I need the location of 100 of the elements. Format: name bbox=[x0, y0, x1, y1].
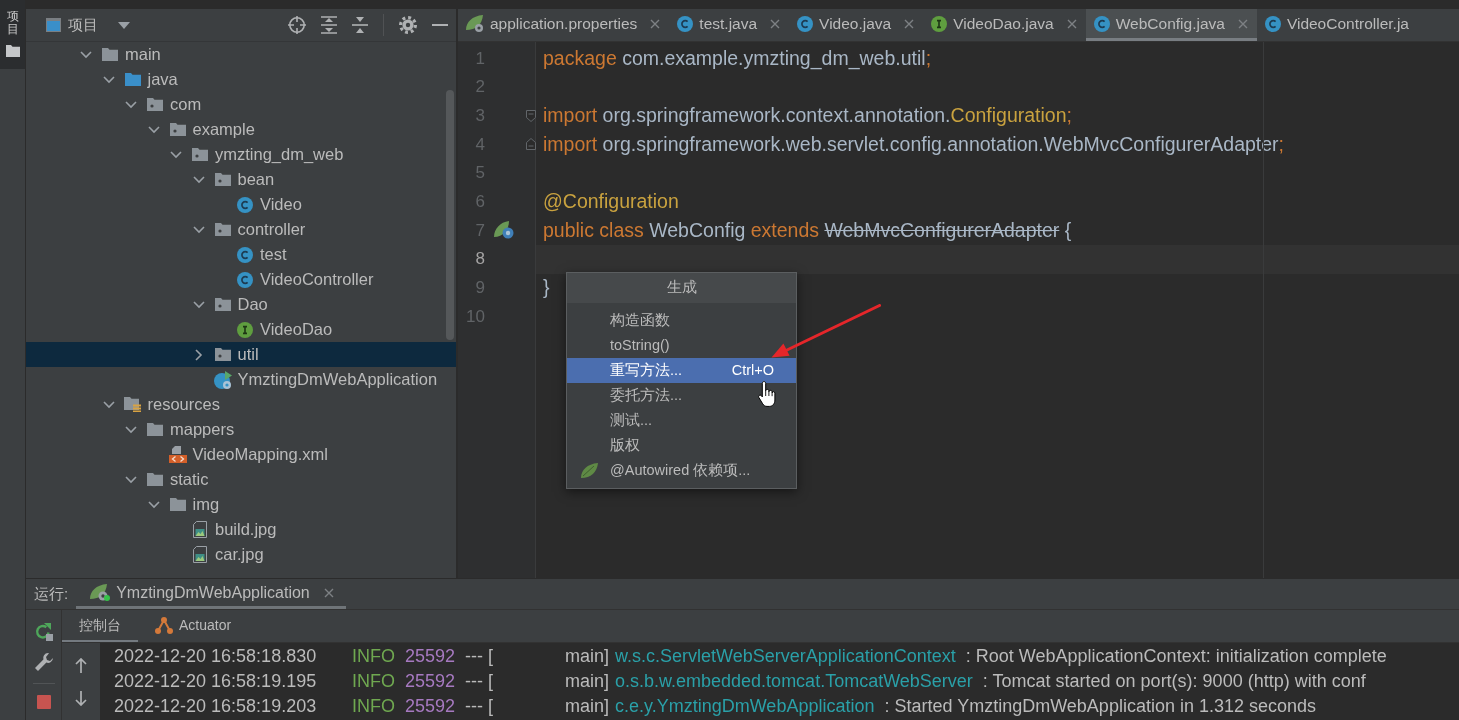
interface-icon bbox=[237, 321, 253, 338]
fold-marker-icon[interactable] bbox=[526, 138, 536, 151]
leaf-gear-icon bbox=[466, 15, 484, 32]
editor-tab[interactable]: VideoDao.java bbox=[923, 9, 1086, 41]
panel-label: 运行: bbox=[34, 583, 69, 604]
chevron-right-icon[interactable] bbox=[194, 348, 203, 361]
log-separator: --- [ bbox=[465, 645, 494, 668]
menu-item[interactable]: 委托方法... bbox=[567, 383, 796, 408]
tree-item[interactable]: test bbox=[26, 242, 456, 267]
close-icon[interactable] bbox=[650, 18, 661, 29]
chevron-down-icon[interactable] bbox=[102, 400, 115, 409]
close-icon[interactable] bbox=[323, 587, 334, 598]
menu-item[interactable]: 重写方法... Ctrl+O bbox=[567, 358, 796, 383]
down-arrow-icon[interactable] bbox=[75, 691, 87, 706]
tree-item[interactable]: bean bbox=[26, 167, 456, 192]
tree-item[interactable]: YmztingDmWebApplication bbox=[26, 367, 456, 392]
tree-item[interactable]: car.jpg bbox=[26, 542, 456, 567]
chevron-down-icon[interactable] bbox=[80, 50, 92, 59]
chevron-down-icon[interactable] bbox=[102, 75, 115, 84]
caret-down-icon bbox=[118, 21, 130, 29]
close-icon[interactable] bbox=[1237, 18, 1248, 29]
folder-icon bbox=[169, 498, 186, 511]
class-icon bbox=[1093, 15, 1110, 32]
editor-tab[interactable]: WebConfig.java bbox=[1085, 9, 1257, 41]
package-icon bbox=[192, 148, 208, 161]
tree-item[interactable]: controller bbox=[26, 217, 456, 242]
view-dropdown[interactable]: 项目 bbox=[46, 13, 130, 37]
wrench-icon[interactable] bbox=[34, 653, 53, 671]
log-timestamp: 2022-12-20 16:58:19.203 bbox=[114, 695, 318, 718]
code-line: import org.springframework.context.annotation.Configuration; bbox=[543, 103, 1072, 129]
tree-item[interactable]: util bbox=[26, 342, 456, 367]
log-logger: c.e.y.YmztingDmWebApplication bbox=[615, 695, 875, 718]
close-icon[interactable] bbox=[770, 18, 781, 29]
menu-item[interactable]: 构造函数 bbox=[567, 308, 796, 333]
image-file-icon bbox=[193, 521, 207, 538]
chevron-down-icon[interactable] bbox=[192, 175, 205, 184]
up-arrow-icon[interactable] bbox=[75, 658, 87, 673]
menu-item[interactable]: 测试... bbox=[567, 408, 796, 433]
menu-item[interactable]: toString() bbox=[567, 333, 796, 358]
editor-tab[interactable]: application.properties bbox=[458, 9, 670, 41]
panel-tab[interactable]: Actuator bbox=[138, 610, 249, 642]
log-thread: main] bbox=[565, 670, 609, 693]
log-message: : Tomcat started on port(s): 9000 (http) with conf bbox=[982, 670, 1366, 693]
tree-item[interactable]: img bbox=[26, 492, 456, 517]
tree-item[interactable]: build.jpg bbox=[26, 517, 456, 542]
tree-item[interactable]: example bbox=[26, 117, 456, 142]
menu-item[interactable]: @Autowired 依赖项... bbox=[567, 458, 796, 483]
leaf-gear-icon bbox=[90, 584, 111, 601]
tree-item[interactable]: java bbox=[26, 67, 456, 92]
tree-item[interactable]: ymzting_dm_web bbox=[26, 142, 456, 167]
class-icon bbox=[797, 15, 814, 32]
chevron-down-icon[interactable] bbox=[125, 425, 137, 434]
folder-icon bbox=[5, 45, 20, 58]
tool-window-button[interactable]: 项目 bbox=[0, 0, 25, 70]
chevron-down-icon[interactable] bbox=[125, 100, 137, 109]
log-pid: 25592 bbox=[405, 695, 457, 718]
chevron-down-icon[interactable] bbox=[192, 300, 205, 309]
log-thread: main] bbox=[565, 645, 609, 668]
chevron-down-icon[interactable] bbox=[147, 500, 160, 509]
package-icon bbox=[214, 173, 231, 186]
tree-item[interactable]: com bbox=[26, 92, 456, 117]
tree-item[interactable]: VideoController bbox=[26, 267, 456, 292]
log-separator: --- [ bbox=[465, 695, 494, 718]
settings-icon[interactable] bbox=[399, 16, 417, 34]
rerun-icon[interactable] bbox=[34, 623, 53, 641]
chevron-down-icon[interactable] bbox=[192, 225, 205, 234]
tree-item[interactable]: VideoDao bbox=[26, 317, 456, 342]
leaf-icon[interactable] bbox=[494, 221, 514, 240]
folder-icon bbox=[147, 423, 163, 436]
chevron-down-icon[interactable] bbox=[170, 150, 182, 159]
class-icon bbox=[237, 246, 253, 263]
collapse-all-icon[interactable] bbox=[352, 16, 368, 34]
stop-icon[interactable] bbox=[36, 695, 51, 709]
expand-all-icon[interactable] bbox=[321, 16, 337, 34]
code-line: } bbox=[543, 275, 550, 301]
shortcut-text: Ctrl+O bbox=[731, 360, 774, 380]
tree-item[interactable]: Dao bbox=[26, 292, 456, 317]
tree-item[interactable]: Video bbox=[26, 192, 456, 217]
tree-item[interactable]: mappers bbox=[26, 417, 456, 442]
log-pid: 25592 bbox=[405, 645, 457, 668]
run-tab[interactable]: YmztingDmWebApplication bbox=[76, 579, 346, 609]
tree-item[interactable]: main bbox=[26, 42, 456, 67]
scrollbar-thumb[interactable] bbox=[446, 90, 454, 340]
crosshair-icon[interactable] bbox=[288, 16, 306, 34]
editor-tab[interactable]: test.java bbox=[669, 9, 790, 41]
tree-item[interactable]: static bbox=[26, 467, 456, 492]
tree-item[interactable]: VideoMapping.xml bbox=[26, 442, 456, 467]
chevron-down-icon[interactable] bbox=[147, 125, 160, 134]
fold-marker-icon[interactable] bbox=[526, 109, 536, 122]
close-icon[interactable] bbox=[1066, 18, 1077, 29]
close-icon[interactable] bbox=[904, 18, 915, 29]
chevron-down-icon[interactable] bbox=[125, 475, 137, 484]
tree-item[interactable]: resources bbox=[26, 392, 456, 417]
log-level: INFO bbox=[352, 645, 396, 668]
menu-item[interactable]: 版权 bbox=[567, 433, 796, 458]
editor-tab[interactable]: VideoController.ja bbox=[1256, 9, 1418, 41]
code-line: import org.springframework.web.servlet.config.annotation.WebMvcConfigurerAdapter; bbox=[543, 131, 1284, 157]
package-icon bbox=[214, 298, 231, 311]
editor-tab[interactable]: Video.java bbox=[789, 9, 924, 41]
class-icon bbox=[237, 271, 253, 288]
